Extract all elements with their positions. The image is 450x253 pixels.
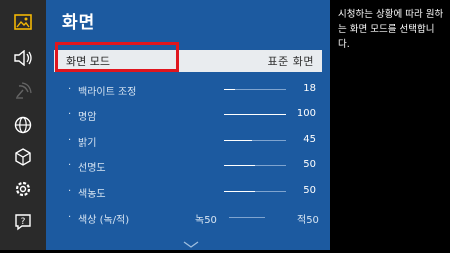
sidebar: ? <box>0 0 46 250</box>
sidebar-item-picture[interactable] <box>0 6 46 38</box>
setting-value: 50 <box>303 159 316 170</box>
sidebar-item-sound[interactable] <box>0 42 46 74</box>
setting-label: 색농도 <box>78 189 106 200</box>
settings-icon <box>14 180 32 198</box>
picture-settings-panel: 화면 화면 모드 표준 화면 · 백라이트 조정 18 · 명암 100 · 밝… <box>46 0 330 250</box>
setting-row-contrast[interactable]: · 명암 100 <box>54 104 322 124</box>
setting-slider[interactable] <box>224 114 286 115</box>
chevron-down-icon[interactable] <box>183 234 199 253</box>
sidebar-item-support[interactable]: ? <box>0 206 46 238</box>
setting-row-sharpness[interactable]: · 선명도 50 <box>54 155 322 175</box>
tint-slider[interactable] <box>229 217 265 218</box>
setting-label: 백라이트 조정 <box>78 87 137 98</box>
sidebar-item-network[interactable] <box>0 109 46 141</box>
setting-label: 색상 (녹/적) <box>78 215 130 226</box>
setting-slider[interactable] <box>224 140 286 141</box>
setting-value: 45 <box>303 134 316 145</box>
network-icon <box>14 116 32 134</box>
setting-label: 선명도 <box>78 163 106 174</box>
sidebar-item-system[interactable] <box>0 141 46 173</box>
setting-row-tint[interactable]: · 색상 (녹/적) 녹50 적50 <box>54 207 322 227</box>
svg-text:?: ? <box>21 217 26 227</box>
tint-red-value: 적50 <box>297 215 319 226</box>
setting-label: 밝기 <box>78 138 97 149</box>
setting-row-brightness[interactable]: · 밝기 45 <box>54 130 322 150</box>
help-text: 시청하는 상황에 따라 원하는 화면 모드를 선택합니다. <box>338 9 444 50</box>
picture-icon <box>14 14 32 30</box>
setting-value: 18 <box>303 83 316 94</box>
setting-label: 명암 <box>78 112 97 123</box>
setting-slider[interactable] <box>224 89 286 90</box>
broadcast-icon <box>14 82 32 100</box>
setting-value: 50 <box>303 185 316 196</box>
sound-icon <box>13 50 33 66</box>
setting-slider[interactable] <box>224 191 286 192</box>
system-icon <box>14 148 32 166</box>
setting-row-backlight[interactable]: · 백라이트 조정 18 <box>54 79 322 99</box>
picture-mode-value: 표준 화면 <box>267 55 314 68</box>
setting-slider[interactable] <box>224 165 286 166</box>
sidebar-item-settings[interactable] <box>0 173 46 205</box>
setting-value: 100 <box>296 108 316 119</box>
tint-green-value: 녹50 <box>195 215 217 226</box>
page-title: 화면 <box>62 13 96 33</box>
highlight-box <box>55 42 179 72</box>
support-icon: ? <box>14 213 32 231</box>
setting-row-color[interactable]: · 색농도 50 <box>54 181 322 201</box>
sidebar-item-broadcast[interactable] <box>0 75 46 107</box>
